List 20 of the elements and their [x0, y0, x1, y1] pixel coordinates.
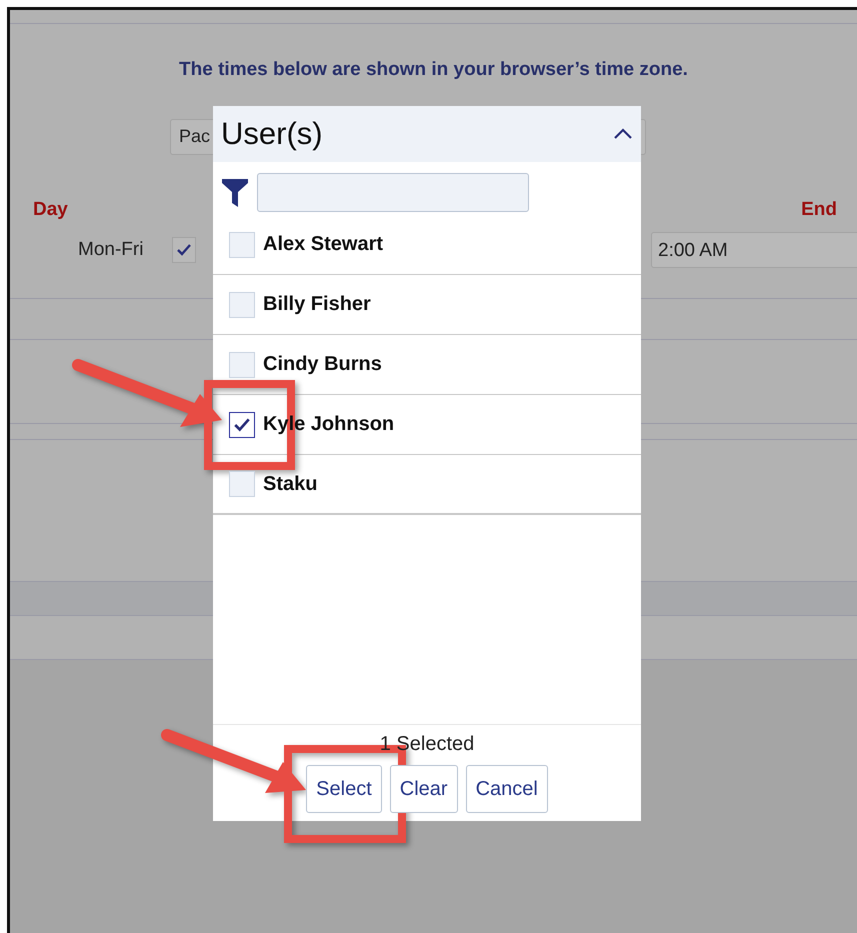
check-icon [233, 416, 251, 434]
filter-input[interactable] [257, 173, 529, 212]
day-label: Mon-Fri [78, 239, 144, 261]
check-icon [176, 242, 192, 258]
user-name[interactable]: Staku [263, 472, 318, 496]
user-name[interactable]: Cindy Burns [263, 353, 382, 376]
user-name[interactable]: Alex Stewart [263, 233, 384, 256]
dialog-button[interactable]: Clear [390, 765, 458, 813]
dialog-title: User(s) [221, 116, 323, 152]
dialog-button[interactable]: Cancel [466, 765, 548, 813]
user-name[interactable]: Billy Fisher [263, 293, 371, 316]
time-zone-notice: The times below are shown in your browser’s time zone. [178, 59, 689, 81]
dialog-button[interactable]: Select [306, 765, 382, 813]
filter-icon [222, 178, 248, 206]
end-time-field[interactable]: 2:00 AM [651, 232, 857, 268]
user-checkbox[interactable] [229, 412, 255, 438]
day-header: Day [33, 199, 68, 221]
day-checkbox[interactable] [172, 237, 196, 263]
caret-icon[interactable] [613, 128, 633, 140]
end-header: End [801, 199, 837, 221]
